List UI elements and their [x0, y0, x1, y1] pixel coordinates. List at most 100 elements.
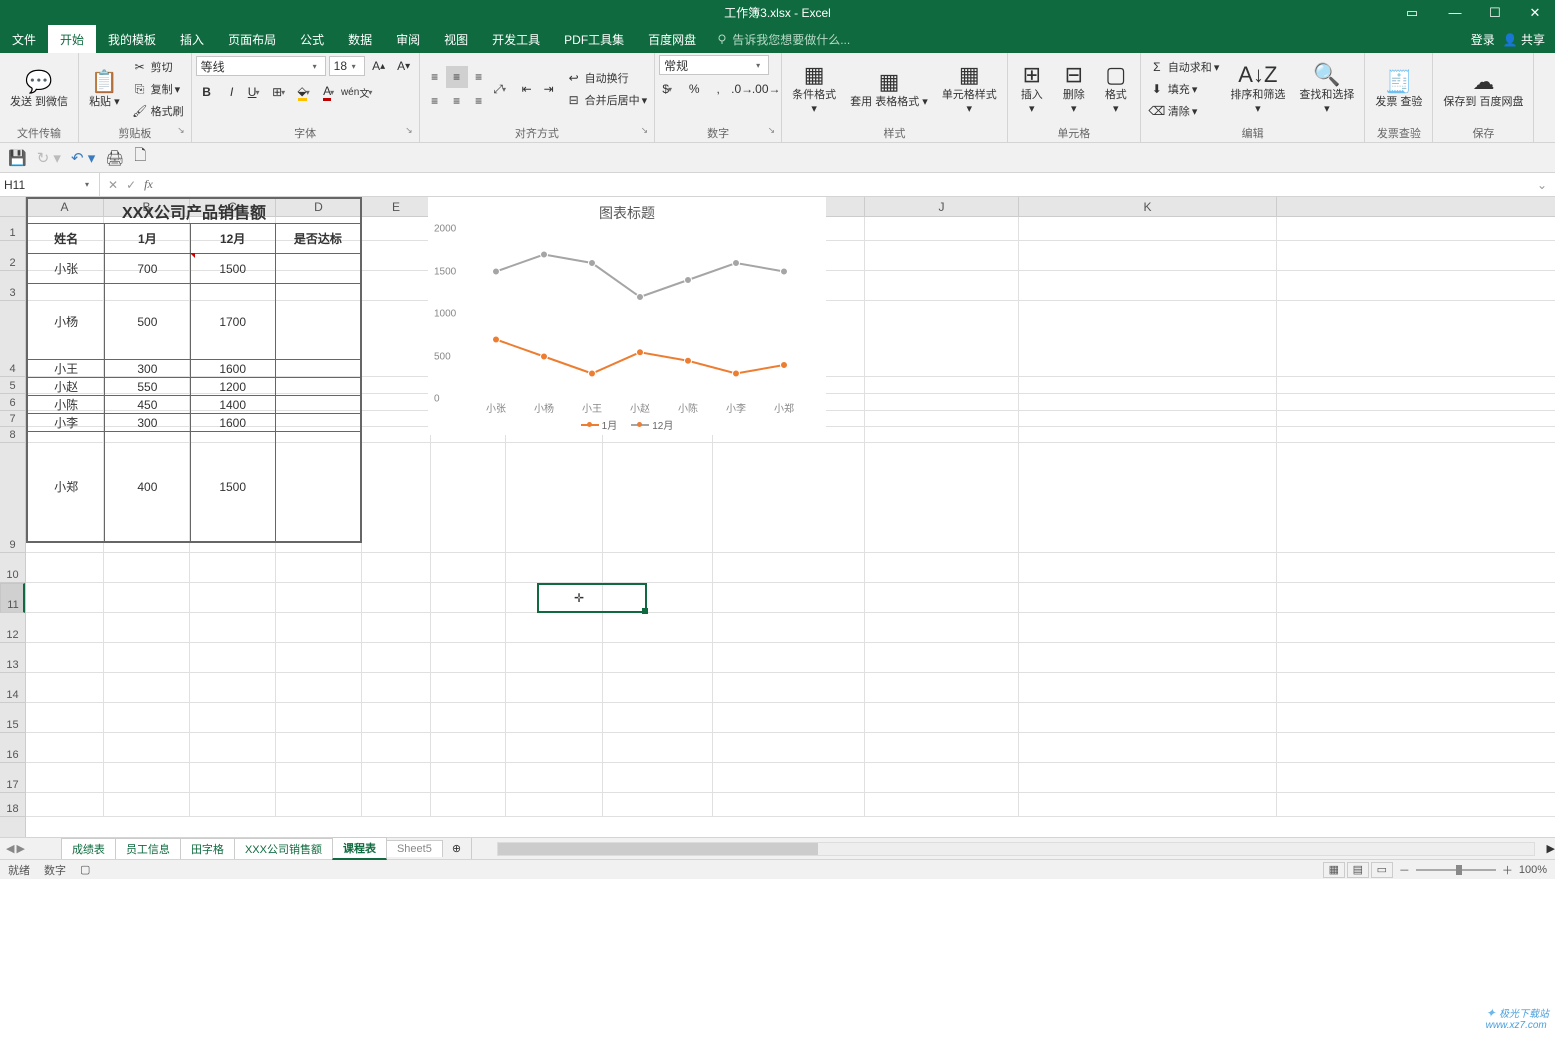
format-cells-button[interactable]: ▢格式▾ — [1096, 60, 1136, 117]
row-header[interactable]: 13 — [0, 643, 25, 673]
expand-formula-bar[interactable]: ⌄ — [1529, 178, 1555, 192]
ribbon-toggle-icon[interactable]: ▭ — [1397, 0, 1427, 25]
formula-input[interactable] — [161, 173, 1529, 196]
sheet-tab[interactable]: 田字格 — [180, 838, 235, 859]
border-button[interactable]: ⊞▾ — [271, 81, 293, 103]
invoice-verify-button[interactable]: 🧾发票 查验 — [1369, 67, 1428, 111]
clipboard-launcher[interactable]: ↘ — [177, 125, 185, 136]
sheet-nav-prev[interactable]: ◀ — [6, 842, 14, 855]
row-header[interactable]: 16 — [0, 733, 25, 763]
table-format-button[interactable]: ▦套用 表格格式 ▾ — [844, 67, 934, 111]
name-box[interactable]: H11▾ — [0, 173, 100, 196]
fx-icon[interactable]: fx — [144, 177, 153, 192]
redo-button[interactable]: ↻ ▾ — [37, 149, 61, 167]
row-header[interactable]: 4 — [0, 301, 25, 377]
font-launcher[interactable]: ↘ — [405, 125, 413, 136]
horizontal-scrollbar[interactable] — [497, 842, 1534, 856]
column-header[interactable]: J — [865, 197, 1019, 216]
tab-formulas[interactable]: 公式 — [288, 25, 336, 53]
tab-data[interactable]: 数据 — [336, 25, 384, 53]
tab-pdf[interactable]: PDF工具集 — [552, 25, 636, 53]
cut-button[interactable]: ✂剪切 — [128, 57, 187, 77]
row-header[interactable]: 8 — [0, 427, 25, 443]
orientation-button[interactable]: ⤢▾ — [492, 78, 514, 100]
sort-filter-button[interactable]: A↓Z排序和筛选▾ — [1224, 60, 1291, 117]
percent-format-button[interactable]: % — [683, 78, 705, 100]
tab-insert[interactable]: 插入 — [168, 25, 216, 53]
align-bottom-button[interactable]: ≡ — [468, 66, 490, 88]
view-normal-button[interactable]: ▦ — [1323, 862, 1345, 878]
increase-decimal-button[interactable]: .0→ — [731, 78, 753, 100]
row-header[interactable]: 12 — [0, 613, 25, 643]
number-launcher[interactable]: ↘ — [768, 125, 776, 136]
zoom-slider[interactable] — [1416, 869, 1496, 871]
column-header[interactable]: K — [1019, 197, 1277, 216]
sheet-tab[interactable]: XXX公司销售额 — [234, 838, 333, 859]
row-header[interactable]: 3 — [0, 271, 25, 301]
undo-button[interactable]: ↶ ▾ — [71, 149, 95, 167]
delete-cells-button[interactable]: ⊟删除▾ — [1054, 60, 1094, 117]
sheet-nav-next[interactable]: ▶ — [16, 842, 24, 855]
zoom-out-button[interactable]: － — [1399, 862, 1410, 878]
minimize-button[interactable]: ― — [1435, 0, 1475, 25]
row-header[interactable]: 15 — [0, 703, 25, 733]
sheet-tab[interactable]: 成绩表 — [61, 838, 116, 859]
underline-button[interactable]: U▾ — [246, 81, 268, 103]
merge-center-button[interactable]: ⊟合并后居中 ▾ — [562, 90, 651, 110]
tab-view[interactable]: 视图 — [432, 25, 480, 53]
row-header[interactable]: 14 — [0, 673, 25, 703]
align-middle-button[interactable]: ≡ — [446, 66, 468, 88]
bold-button[interactable]: B — [196, 81, 218, 103]
format-painter-button[interactable]: 🖌格式刷 — [128, 101, 187, 121]
align-right-button[interactable]: ≡ — [468, 90, 490, 112]
send-wechat-button[interactable]: 💬 发送 到微信 — [4, 67, 74, 111]
font-size-select[interactable]: 18▾ — [329, 56, 365, 76]
tab-developer[interactable]: 开发工具 — [480, 25, 552, 53]
row-header[interactable]: 18 — [0, 793, 25, 817]
paste-button[interactable]: 📋 粘贴 ▾ — [83, 67, 126, 111]
row-header[interactable]: 5 — [0, 377, 25, 394]
embedded-chart[interactable]: 图表标题 0500100015002000小张小杨小王小赵小陈小李小郑 .leg… — [428, 197, 826, 435]
fill-color-button[interactable]: ⬙▾ — [296, 81, 318, 103]
phonetic-button[interactable]: wén文▾ — [346, 81, 368, 103]
clear-button[interactable]: ⌫清除 ▾ — [1145, 101, 1223, 121]
tab-templates[interactable]: 我的模板 — [96, 25, 168, 53]
accounting-format-button[interactable]: $▾ — [659, 78, 681, 100]
spreadsheet-grid[interactable]: 123456789101112131415161718 ABCDEFGHIJK … — [0, 197, 1555, 837]
close-button[interactable]: ✕ — [1515, 0, 1555, 25]
row-header[interactable]: 6 — [0, 394, 25, 411]
insert-cells-button[interactable]: ⊞插入▾ — [1012, 60, 1052, 117]
sheet-tab[interactable]: Sheet5 — [386, 840, 443, 857]
grow-font-button[interactable]: A▴ — [368, 55, 390, 77]
print-button[interactable]: 🗋 — [134, 145, 146, 170]
decrease-decimal-button[interactable]: .00→ — [755, 78, 777, 100]
row-header[interactable]: 11 — [0, 583, 25, 613]
comma-format-button[interactable]: , — [707, 78, 729, 100]
row-header[interactable]: 9 — [0, 443, 25, 553]
row-header[interactable]: 17 — [0, 763, 25, 793]
align-center-button[interactable]: ≡ — [446, 90, 468, 112]
italic-button[interactable]: I — [221, 81, 243, 103]
tab-review[interactable]: 审阅 — [384, 25, 432, 53]
zoom-level[interactable]: 100% — [1519, 864, 1547, 876]
row-header[interactable]: 7 — [0, 411, 25, 427]
cancel-formula-icon[interactable]: ✕ — [108, 178, 118, 192]
row-header[interactable]: 1 — [0, 217, 25, 241]
find-select-button[interactable]: 🔍查找和选择▾ — [1293, 60, 1360, 117]
decrease-indent-button[interactable]: ⇤ — [516, 78, 538, 100]
autosum-button[interactable]: Σ自动求和 ▾ — [1145, 57, 1223, 77]
save-baidu-button[interactable]: ☁保存到 百度网盘 — [1437, 67, 1529, 111]
new-sheet-button[interactable]: ⊕ — [442, 842, 471, 855]
number-format-select[interactable]: 常规▾ — [659, 55, 769, 75]
save-button[interactable]: 💾 — [8, 149, 27, 167]
increase-indent-button[interactable]: ⇥ — [538, 78, 560, 100]
column-header[interactable]: E — [362, 197, 431, 216]
font-name-select[interactable]: 等线▾ — [196, 56, 326, 76]
maximize-button[interactable]: ☐ — [1475, 0, 1515, 25]
sheet-tab-active[interactable]: 课程表 — [332, 837, 387, 860]
share-button[interactable]: 👤 共享 — [1503, 31, 1545, 48]
scroll-right-button[interactable]: ▶ — [1547, 842, 1555, 855]
enter-formula-icon[interactable]: ✓ — [126, 178, 136, 192]
tell-me[interactable]: 告诉我您想要做什么... — [716, 25, 850, 53]
tab-layout[interactable]: 页面布局 — [216, 25, 288, 53]
